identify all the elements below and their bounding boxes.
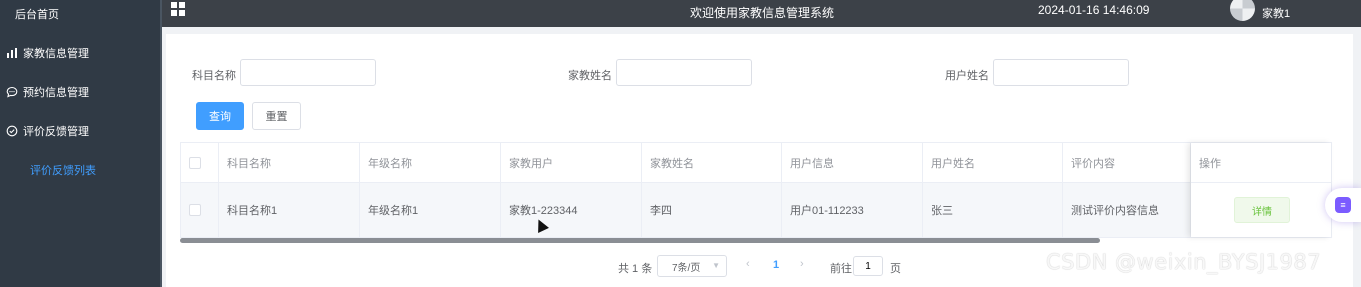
prev-page-button[interactable]: ‹ xyxy=(746,258,750,270)
table-cell: 李四 xyxy=(642,183,782,237)
header-username[interactable]: 家教1 xyxy=(1262,5,1290,21)
top-header: 欢迎使用家教信息管理系统 2024-01-16 14:46:09 家教1 xyxy=(162,0,1361,27)
table-cell: 科目名称1 xyxy=(219,183,360,237)
select-all-cell xyxy=(181,143,219,183)
next-page-button[interactable]: › xyxy=(800,258,804,270)
main-area: 科目名称 家教姓名 用户姓名 查询 重置 科目名称 年级名称 家教用户 家教姓名… xyxy=(162,27,1361,287)
user-name-input[interactable] xyxy=(993,59,1129,86)
column-header: 操作 xyxy=(1191,143,1331,183)
feedback-table: 科目名称 年级名称 家教用户 家教姓名 用户信息 用户姓名 评价内容 科目名称1… xyxy=(180,142,1332,238)
column-header: 家教用户 xyxy=(501,143,642,183)
horizontal-scrollbar[interactable] xyxy=(180,238,1100,243)
page-size-select[interactable]: 7条/页 ▼ xyxy=(657,255,727,277)
sidebar-item-tutor-info[interactable]: 家教信息管理 xyxy=(6,45,89,61)
sidebar-item-feedback[interactable]: 评价反馈管理 xyxy=(6,123,89,139)
goto-page-input[interactable] xyxy=(853,256,883,276)
current-page-number[interactable]: 1 xyxy=(773,259,779,271)
table-cell: 测试评价内容信息 xyxy=(1063,183,1191,237)
column-header: 用户姓名 xyxy=(923,143,1063,183)
sidebar-item-label: 预约信息管理 xyxy=(23,87,89,99)
sidebar-item-label: 评价反馈管理 xyxy=(23,126,89,138)
bar-chart-icon xyxy=(6,47,18,59)
header-title: 欢迎使用家教信息管理系统 xyxy=(690,6,835,20)
filter-label-tutor: 家教姓名 xyxy=(568,70,612,82)
filter-label-subject: 科目名称 xyxy=(192,70,236,82)
table-cell: 家教1-223344 xyxy=(501,183,642,237)
row-checkbox[interactable] xyxy=(189,204,201,216)
row-select-cell xyxy=(181,183,219,237)
check-circle-icon xyxy=(6,125,18,137)
sidebar-item-booking-info[interactable]: 预约信息管理 xyxy=(6,84,89,100)
watermark: CSDN @weixin_BYSJ1987 xyxy=(1046,250,1322,274)
header-datetime: 2024-01-16 14:46:09 xyxy=(1038,3,1150,17)
search-button[interactable]: 查询 xyxy=(196,102,244,130)
column-header: 家教姓名 xyxy=(642,143,782,183)
table-cell: 张三 xyxy=(923,183,1063,237)
avatar[interactable] xyxy=(1230,0,1255,21)
pagination-total: 共 1 条 xyxy=(618,263,653,275)
detail-button[interactable]: 详情 xyxy=(1234,197,1290,223)
column-header: 用户信息 xyxy=(782,143,923,183)
sidebar-item-label: 家教信息管理 xyxy=(23,48,89,60)
subject-name-input[interactable] xyxy=(240,59,376,86)
column-header: 科目名称 xyxy=(219,143,360,183)
table-cell: 用户01-112233 xyxy=(782,183,923,237)
goto-label: 前往 xyxy=(830,263,852,275)
assistant-icon: ≡ xyxy=(1335,197,1351,213)
sidebar-home[interactable]: 后台首页 xyxy=(15,6,59,22)
grid-icon[interactable] xyxy=(171,2,185,16)
chat-bubble-icon xyxy=(6,86,18,98)
column-header: 年级名称 xyxy=(360,143,501,183)
table-cell: 年级名称1 xyxy=(360,183,501,237)
sidebar-subitem-feedback-list[interactable]: 评价反馈列表 xyxy=(30,162,96,178)
page-size-value: 7条/页 xyxy=(672,262,701,274)
floating-assistant-button[interactable]: ≡ xyxy=(1325,188,1361,222)
select-all-checkbox[interactable] xyxy=(189,156,201,169)
page-unit-label: 页 xyxy=(890,263,901,275)
column-header: 评价内容 xyxy=(1063,143,1191,183)
tutor-name-input[interactable] xyxy=(616,59,752,86)
reset-button[interactable]: 重置 xyxy=(252,102,301,130)
sidebar: 后台首页 家教信息管理 预约信息管理 评价反馈管理 评价反馈列表 xyxy=(0,0,160,287)
chevron-down-icon: ▼ xyxy=(712,261,720,270)
filter-label-user: 用户姓名 xyxy=(945,70,989,82)
